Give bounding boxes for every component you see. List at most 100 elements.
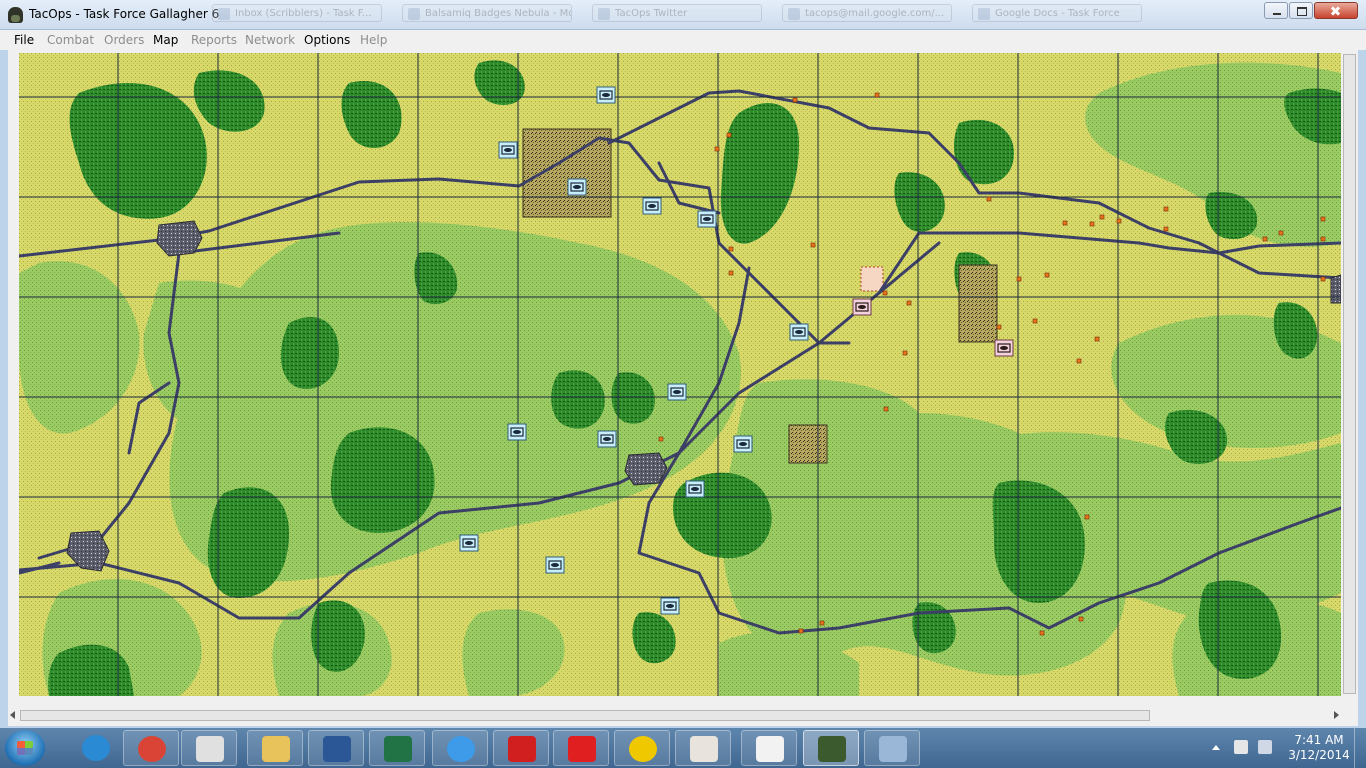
contact-marker: [1094, 336, 1100, 342]
background-tab[interactable]: Balsamiq Badges Nebula - Mozi...: [402, 4, 572, 22]
taskbar-button-scanner-app[interactable]: [181, 730, 237, 766]
horizontal-scroll-thumb[interactable]: [20, 710, 1150, 721]
contact-marker: [882, 290, 888, 296]
taskbar-button-excel[interactable]: [369, 730, 425, 766]
menu-bar: File Combat Orders Map Reports Network O…: [0, 30, 1366, 50]
system-clock[interactable]: 7:41 AM 3/12/2014: [1285, 733, 1353, 763]
window-title: TacOps - Task Force Gallagher 6: [29, 7, 220, 21]
friendly-unit-icon[interactable]: [789, 323, 809, 341]
menu-combat[interactable]: Combat: [47, 32, 94, 48]
title-bar[interactable]: TacOps - Task Force Gallagher 6 Inbox (S…: [0, 0, 1366, 30]
contact-marker: [1278, 230, 1284, 236]
taskbar-button-splat-app[interactable]: [553, 730, 609, 766]
friendly-unit-icon[interactable]: [567, 178, 587, 196]
menu-help[interactable]: Help: [360, 32, 387, 48]
background-tab[interactable]: TacOps Twitter: [592, 4, 762, 22]
device-tray-icon[interactable]: [1234, 740, 1248, 754]
background-tab[interactable]: Google Docs - Task Force: [972, 4, 1142, 22]
vertical-scrollbar[interactable]: [1342, 52, 1358, 707]
friendly-unit-icon[interactable]: [697, 210, 717, 228]
contact-marker: [1320, 276, 1326, 282]
enemy-unit-icon[interactable]: [994, 339, 1014, 357]
menu-network[interactable]: Network: [245, 32, 295, 48]
action-center-flag-icon[interactable]: [1258, 740, 1272, 754]
contact-marker: [986, 196, 992, 202]
taskbar-button-paint[interactable]: [864, 730, 920, 766]
windows-explorer-icon: [262, 736, 290, 762]
background-tab[interactable]: Inbox (Scribblers) - Task F...: [212, 4, 382, 22]
friendly-unit-icon[interactable]: [507, 423, 527, 441]
start-button[interactable]: [5, 730, 45, 766]
chrome-icon: [138, 736, 166, 762]
menu-file[interactable]: File: [14, 32, 34, 48]
contact-marker: [1116, 218, 1122, 224]
friendly-unit-icon[interactable]: [545, 556, 565, 574]
friendly-unit-icon[interactable]: [660, 597, 680, 615]
horizontal-scrollbar[interactable]: [8, 707, 1342, 724]
contact-marker: [1320, 216, 1326, 222]
contact-marker: [819, 620, 825, 626]
taskbar-button-chrome[interactable]: [123, 730, 179, 766]
splat-app-icon: [568, 736, 596, 762]
contact-marker: [1089, 221, 1095, 227]
taskbar-button-itunes[interactable]: [432, 730, 488, 766]
contact-marker: [1163, 206, 1169, 212]
contact-marker: [1039, 630, 1045, 636]
contact-marker: [810, 242, 816, 248]
taskbar-button-internet-explorer[interactable]: [68, 730, 124, 766]
contact-marker: [728, 270, 734, 276]
vertical-scroll-thumb[interactable]: [1343, 54, 1356, 694]
friendly-unit-icon[interactable]: [733, 435, 753, 453]
contact-marker: [728, 246, 734, 252]
taskbar-button-globe-app[interactable]: [614, 730, 670, 766]
background-windows: Inbox (Scribblers) - Task F... Balsamiq …: [212, 4, 1252, 24]
maximize-button[interactable]: [1289, 2, 1313, 19]
menu-orders[interactable]: Orders: [104, 32, 144, 48]
contact-marker: [714, 146, 720, 152]
taskbar-button-acrobat[interactable]: [493, 730, 549, 766]
contact-marker: [726, 132, 732, 138]
contact-marker: [1032, 318, 1038, 324]
friendly-unit-icon[interactable]: [642, 197, 662, 215]
menu-reports[interactable]: Reports: [191, 32, 237, 48]
acrobat-icon: [508, 736, 536, 762]
paint-icon: [879, 736, 907, 762]
friendly-unit-icon[interactable]: [685, 480, 705, 498]
scroll-left-arrow[interactable]: [10, 711, 15, 719]
minimize-button[interactable]: [1264, 2, 1288, 19]
taskbar-button-app-grid[interactable]: [741, 730, 797, 766]
contact-marker: [1078, 616, 1084, 622]
itunes-icon: [447, 736, 475, 762]
friendly-unit-icon[interactable]: [459, 534, 479, 552]
taskbar: [0, 728, 1366, 768]
friendly-unit-icon[interactable]: [596, 86, 616, 104]
contact-marker: [1262, 236, 1268, 242]
tactical-map[interactable]: [19, 53, 1341, 696]
friendly-unit-icon[interactable]: [667, 383, 687, 401]
scanner-app-icon: [196, 736, 224, 762]
clock-date: 3/12/2014: [1288, 748, 1350, 762]
scroll-right-arrow[interactable]: [1334, 711, 1339, 719]
menu-options[interactable]: Options: [304, 32, 350, 48]
tacops-app-icon: [8, 7, 23, 23]
menu-map[interactable]: Map: [153, 32, 178, 48]
slack-icon: [690, 736, 718, 762]
background-tab[interactable]: tacops@mail.google.com/...: [782, 4, 952, 22]
friendly-unit-icon[interactable]: [498, 141, 518, 159]
globe-app-icon: [629, 736, 657, 762]
word-icon: [323, 736, 351, 762]
contact-marker: [798, 628, 804, 634]
taskbar-button-windows-explorer[interactable]: [247, 730, 303, 766]
friendly-unit-icon[interactable]: [597, 430, 617, 448]
contact-marker: [906, 300, 912, 306]
contact-marker: [792, 97, 798, 103]
taskbar-button-tacops-soldier[interactable]: [803, 730, 859, 766]
taskbar-button-slack[interactable]: [675, 730, 731, 766]
enemy-unit-icon[interactable]: [852, 298, 872, 316]
close-button[interactable]: [1314, 2, 1358, 19]
contact-marker: [1099, 214, 1105, 220]
show-hidden-icons-button[interactable]: [1212, 745, 1220, 750]
taskbar-button-word[interactable]: [308, 730, 364, 766]
show-desktop-button[interactable]: [1354, 728, 1366, 768]
contact-marker: [1084, 514, 1090, 520]
